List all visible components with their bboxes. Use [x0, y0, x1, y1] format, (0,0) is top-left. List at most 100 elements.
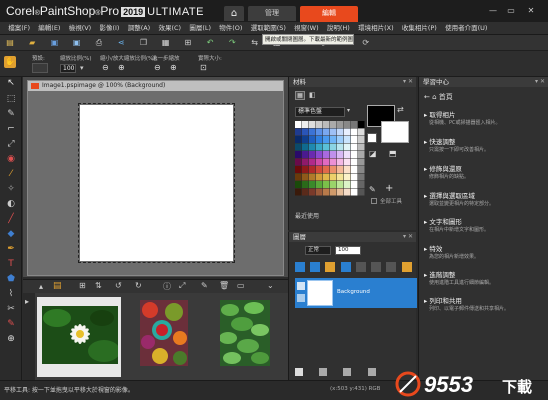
color-swatch[interactable] — [351, 143, 358, 151]
step-out-icon[interactable]: ⊖ — [154, 63, 164, 73]
color-swatch[interactable] — [330, 173, 337, 181]
close-icon[interactable]: ✕ — [524, 5, 538, 16]
rotate-right-icon[interactable]: ↻ — [135, 281, 142, 290]
pick-tool-icon[interactable]: ↖ — [4, 77, 18, 89]
minimize-icon[interactable]: — — [486, 5, 500, 16]
makeover-icon[interactable]: ⁄ — [4, 168, 18, 180]
layer-trash-icon[interactable] — [367, 368, 376, 376]
color-swatch[interactable] — [323, 158, 330, 166]
paste-icon[interactable]: ▦ — [160, 37, 172, 49]
color-swatch[interactable] — [316, 173, 323, 181]
fullscreen-icon[interactable]: ⤢ — [179, 281, 185, 291]
color-swatch[interactable] — [323, 151, 330, 158]
color-swatch[interactable] — [351, 166, 358, 173]
color-swatch[interactable] — [344, 121, 351, 128]
color-swatch[interactable] — [302, 136, 309, 143]
text-icon[interactable]: T — [4, 258, 18, 270]
color-swatch[interactable] — [351, 173, 358, 181]
zoom-dropdown-icon[interactable]: ▾ — [80, 64, 88, 73]
color-swatch[interactable] — [358, 166, 365, 173]
color-swatch[interactable] — [337, 158, 344, 166]
clone-icon[interactable]: ✧ — [4, 183, 18, 195]
color-swatch[interactable] — [344, 158, 351, 166]
color-swatch[interactable] — [330, 151, 337, 158]
lc-item-advanced[interactable]: ▸ 進階調整 使用進階工具進行細節編輯。 — [424, 269, 546, 286]
color-swatch[interactable] — [309, 151, 316, 158]
color-swatch[interactable] — [295, 188, 302, 196]
color-swatch[interactable] — [337, 128, 344, 136]
layer-row-background[interactable]: Background — [295, 278, 417, 308]
new-group-icon[interactable] — [325, 262, 336, 272]
color-swatch[interactable] — [323, 143, 330, 151]
straighten-icon[interactable]: ⤢ — [4, 138, 18, 150]
rotate-icon[interactable]: ⟳ — [360, 37, 372, 49]
link-icon[interactable] — [371, 262, 382, 272]
redo-icon[interactable]: ↷ — [226, 37, 238, 49]
paint-icon[interactable]: ✎ — [4, 318, 18, 330]
texture-icon[interactable]: ⬒ — [389, 149, 399, 159]
color-swatch[interactable] — [316, 128, 323, 136]
color-swatch[interactable] — [358, 136, 365, 143]
home-tab[interactable]: ⌂ — [224, 6, 244, 21]
panel-menu-icon[interactable]: ▾ ✕ — [403, 77, 413, 87]
color-swatch[interactable] — [302, 128, 309, 136]
zoom-input[interactable]: 100 — [60, 64, 76, 73]
rainbow-tab-icon[interactable]: ◧ — [309, 91, 319, 100]
color-swatch[interactable] — [330, 143, 337, 151]
crop-icon[interactable]: ⌐ — [4, 123, 18, 135]
color-swatch[interactable] — [337, 181, 344, 188]
color-swatch[interactable] — [337, 151, 344, 158]
thumbnail-market[interactable] — [140, 300, 188, 366]
menu-effects[interactable]: 效果(C) — [155, 22, 184, 35]
lighten-icon[interactable]: ◐ — [4, 198, 18, 210]
color-swatch[interactable] — [302, 151, 309, 158]
tab-manage[interactable]: 管理 — [248, 6, 296, 21]
color-swatch[interactable] — [344, 166, 351, 173]
transform-icon[interactable]: ⊞ — [182, 37, 194, 49]
learning-menu-icon[interactable]: ▾ ✕ — [535, 77, 545, 87]
folder-icon[interactable]: ▭ — [237, 281, 245, 290]
menu-edit[interactable]: 編輯(E) — [35, 22, 63, 35]
color-swatch[interactable] — [309, 181, 316, 188]
color-swatch[interactable] — [323, 173, 330, 181]
history-icon[interactable]: ⇆ — [249, 37, 261, 49]
transparent-icon[interactable] — [367, 133, 377, 143]
red-eye-icon[interactable]: ◉ — [4, 153, 18, 165]
layer-link-icon[interactable] — [343, 368, 352, 376]
color-swatch[interactable] — [309, 188, 316, 196]
color-swatch[interactable] — [302, 181, 309, 188]
new-vector-icon[interactable] — [310, 262, 321, 272]
organizer-arrow-icon[interactable]: ▸ — [25, 297, 29, 306]
color-swatch[interactable] — [344, 181, 351, 188]
swatch-tab-icon[interactable]: ▦ — [295, 91, 305, 100]
color-swatch[interactable] — [351, 158, 358, 166]
lc-item-selections[interactable]: ▸ 選擇與選取區域 選取並變更相片的特定部分。 — [424, 190, 546, 207]
color-swatch[interactable] — [337, 143, 344, 151]
swap-colors-icon[interactable]: ⇄ — [397, 105, 407, 115]
copy-icon[interactable]: ❐ — [137, 37, 149, 49]
sort-icon[interactable]: ⇅ — [95, 281, 102, 290]
all-tools-checkbox[interactable] — [371, 198, 377, 204]
color-swatch[interactable] — [351, 136, 358, 143]
color-swatch[interactable] — [316, 136, 323, 143]
palette-dropdown-icon[interactable]: ▾ — [347, 107, 355, 117]
color-swatch[interactable] — [295, 121, 302, 128]
dropper-icon[interactable]: ✎ — [4, 108, 18, 120]
color-swatch[interactable] — [337, 136, 344, 143]
preset-dropdown[interactable] — [32, 63, 48, 73]
color-swatch[interactable] — [358, 121, 365, 128]
mask-icon[interactable] — [340, 262, 351, 272]
color-swatch[interactable] — [302, 121, 309, 128]
adjust-layer-icon[interactable] — [355, 262, 366, 272]
actual-size-icon[interactable]: ⊡ — [200, 63, 210, 73]
color-swatch[interactable] — [330, 188, 337, 196]
maximize-icon[interactable]: ▭ — [504, 5, 518, 16]
color-swatch[interactable] — [302, 158, 309, 166]
dropper-small-icon[interactable]: ✎ — [369, 185, 379, 195]
edit-icon[interactable]: ✎ — [201, 281, 208, 290]
color-swatch[interactable] — [309, 158, 316, 166]
color-swatch[interactable] — [330, 166, 337, 173]
save-as-icon[interactable]: ▣ — [71, 37, 83, 49]
new-layer-icon[interactable] — [295, 262, 305, 272]
menu-objects[interactable]: 物件(O) — [216, 22, 245, 35]
